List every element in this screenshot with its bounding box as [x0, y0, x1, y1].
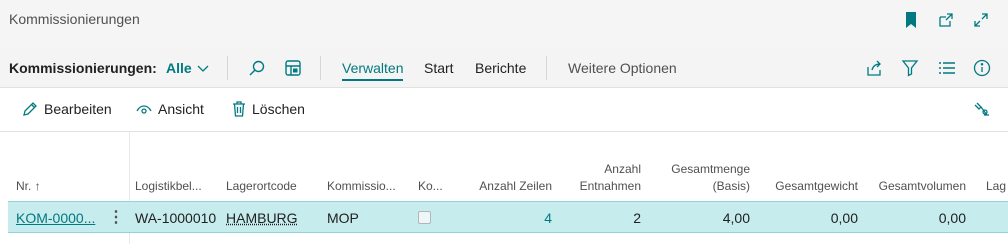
- column-header-kommissionierer[interactable]: Kommissio...: [327, 179, 396, 193]
- cell-anzahl-zeilen[interactable]: 4: [462, 210, 552, 226]
- cell-gesamtgewicht: 0,00: [830, 210, 858, 226]
- column-header-gesamtvolumen[interactable]: Gesamtvolumen: [866, 179, 966, 193]
- divider: [546, 56, 547, 80]
- page-caption: Kommissionierungen:: [9, 60, 157, 76]
- tab-berichte[interactable]: Berichte: [475, 60, 526, 76]
- list-panel: Kommissionierungen: Alle Verwalten Start…: [0, 48, 1008, 244]
- edit-label: Bearbeiten: [44, 101, 112, 117]
- view-button[interactable]: Ansicht: [136, 101, 204, 117]
- table-row[interactable]: KOM-0000... ⋮ WA-1000010 HAMBURG MOP 4 2…: [8, 201, 1008, 233]
- command-bar: Bearbeiten Ansicht Löschen: [0, 88, 1008, 132]
- page-title: Kommissionierungen: [9, 11, 140, 27]
- bookmark-icon[interactable]: [901, 10, 921, 30]
- column-header-anzahl-zeilen[interactable]: Anzahl Zeilen: [462, 179, 552, 193]
- open-new-window-icon[interactable]: [936, 10, 956, 30]
- edit-button[interactable]: Bearbeiten: [22, 101, 112, 117]
- view-filter-label: Alle: [166, 60, 192, 76]
- column-header-gesamtgewicht[interactable]: Gesamtgewicht: [758, 179, 858, 193]
- share-icon[interactable]: [863, 57, 885, 79]
- eye-icon: [136, 101, 152, 117]
- view-label: Ansicht: [158, 101, 204, 117]
- delete-label: Löschen: [252, 101, 305, 117]
- delete-button[interactable]: Löschen: [232, 101, 305, 117]
- cell-anzahl-entnahmen: 2: [633, 210, 641, 226]
- column-header-lagerortcode[interactable]: Lagerortcode: [226, 179, 297, 193]
- tab-verwalten[interactable]: Verwalten: [342, 60, 404, 81]
- column-header-ko[interactable]: Ko...: [418, 179, 443, 193]
- column-header-anzahl-entnahmen-line1[interactable]: Anzahl: [560, 162, 641, 176]
- expand-icon[interactable]: [971, 10, 991, 30]
- cell-lagerortcode[interactable]: HAMBURG: [226, 210, 298, 226]
- analysis-mode-icon[interactable]: [282, 57, 304, 79]
- column-header-logistikbeleg[interactable]: Logistikbel...: [135, 179, 202, 193]
- action-bar: Kommissionierungen: Alle Verwalten Start…: [0, 48, 1008, 88]
- chevron-down-icon: [197, 60, 209, 76]
- title-bar: Kommissionierungen: [0, 0, 1008, 40]
- list-view-icon[interactable]: [936, 57, 958, 79]
- column-header-gesamtmenge-line2[interactable]: (Basis): [655, 179, 750, 193]
- info-icon[interactable]: [971, 57, 993, 79]
- personalize-icon[interactable]: [974, 101, 990, 117]
- search-icon[interactable]: [246, 57, 268, 79]
- divider: [227, 56, 228, 80]
- view-filter-dropdown[interactable]: Alle: [166, 60, 209, 76]
- divider: [320, 56, 321, 80]
- cell-logistikbeleg: WA-1000010: [135, 210, 217, 226]
- column-header-anzahl-entnahmen-line2[interactable]: Entnahmen: [560, 179, 641, 193]
- column-header-gesamtmenge-line1[interactable]: Gesamtmenge: [655, 162, 750, 176]
- filter-icon[interactable]: [899, 57, 921, 79]
- cell-gesamtvolumen: 0,00: [938, 210, 966, 226]
- column-header-lag[interactable]: Lag: [986, 179, 1006, 193]
- more-options-button[interactable]: Weitere Optionen: [568, 60, 677, 76]
- cell-gesamtmenge: 4,00: [722, 210, 750, 226]
- tab-start[interactable]: Start: [424, 60, 454, 76]
- pencil-icon: [22, 101, 38, 117]
- cell-nr-link[interactable]: KOM-0000...: [16, 210, 95, 226]
- column-header-nr[interactable]: Nr. ↑: [16, 179, 41, 193]
- trash-icon: [232, 101, 246, 117]
- row-actions-ellipsis-icon[interactable]: ⋮: [108, 207, 124, 227]
- cell-ko-checkbox[interactable]: [418, 211, 431, 224]
- cell-kommissionierer: MOP: [327, 210, 359, 226]
